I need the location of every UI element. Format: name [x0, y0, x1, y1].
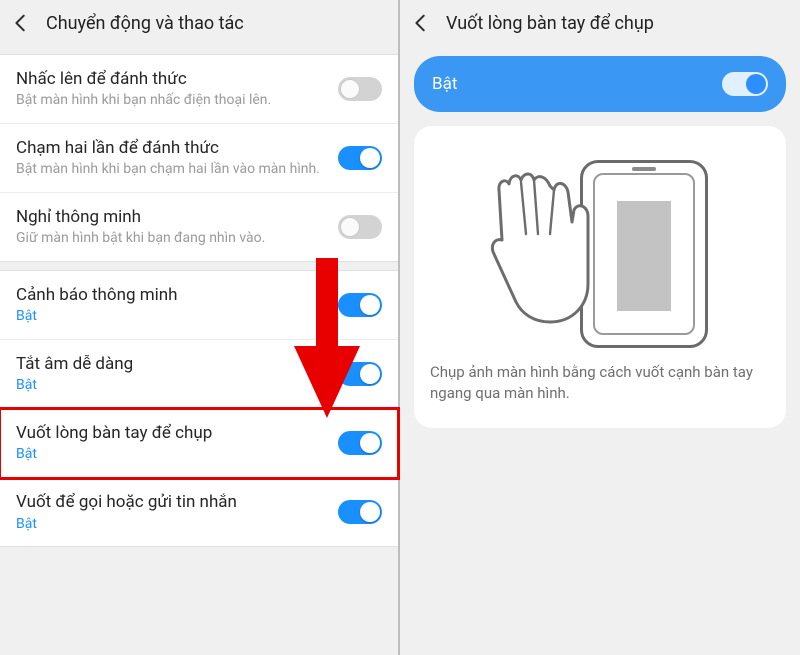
arrow-annotation-icon	[294, 258, 360, 418]
phone-icon	[580, 160, 708, 348]
toggle-lift-to-wake[interactable]	[338, 77, 382, 101]
back-icon[interactable]	[410, 12, 432, 34]
row-palm-swipe-capture[interactable]: Vuốt lòng bàn tay để chụp Bật	[0, 409, 398, 478]
row-title: Vuốt lòng bàn tay để chụp	[16, 423, 212, 444]
row-status: Bật	[16, 516, 237, 533]
master-toggle[interactable]: Bật	[414, 56, 786, 112]
screen-palm-swipe-detail: Vuốt lòng bàn tay để chụp Bật C	[400, 0, 800, 655]
row-title: Chạm hai lần để đánh thức	[16, 138, 320, 159]
row-subtitle: Bật màn hình khi bạn nhấc điện thoại lên…	[16, 92, 271, 109]
header: Chuyển động và thao tác	[0, 0, 398, 46]
toggle-double-tap-wake[interactable]	[338, 146, 382, 170]
settings-group-1: Nhấc lên để đánh thức Bật màn hình khi b…	[0, 54, 398, 262]
toggle-palm-swipe-capture[interactable]	[338, 431, 382, 455]
header: Vuốt lòng bàn tay để chụp	[400, 0, 800, 46]
row-swipe-call-message[interactable]: Vuốt để gọi hoặc gửi tin nhắn Bật	[0, 478, 398, 546]
toggle-swipe-call-message[interactable]	[338, 500, 382, 524]
toggle-smart-stay[interactable]	[338, 215, 382, 239]
master-toggle-switch[interactable]	[722, 72, 768, 96]
row-title: Cảnh báo thông minh	[16, 285, 178, 306]
hand-icon	[488, 168, 598, 328]
row-status: Bật	[16, 308, 178, 325]
description-text: Chụp ảnh màn hình bằng cách vuốt cạnh bà…	[430, 362, 770, 404]
description-panel: Chụp ảnh màn hình bằng cách vuốt cạnh bà…	[414, 126, 786, 428]
row-subtitle: Giữ màn hình bật khi bạn đang nhìn vào.	[16, 230, 265, 247]
row-status: Bật	[16, 446, 212, 463]
back-icon[interactable]	[10, 12, 32, 34]
row-title: Tắt âm dễ dàng	[16, 354, 133, 375]
row-lift-to-wake[interactable]: Nhấc lên để đánh thức Bật màn hình khi b…	[0, 55, 398, 124]
master-toggle-label: Bật	[432, 74, 457, 94]
page-title: Chuyển động và thao tác	[46, 13, 244, 34]
palm-swipe-illustration	[470, 146, 730, 346]
row-double-tap-wake[interactable]: Chạm hai lần để đánh thức Bật màn hình k…	[0, 124, 398, 193]
row-title: Vuốt để gọi hoặc gửi tin nhắn	[16, 492, 237, 513]
page-title: Vuốt lòng bàn tay để chụp	[446, 13, 654, 34]
row-title: Nghỉ thông minh	[16, 207, 265, 228]
row-subtitle: Bật màn hình khi bạn chạm hai lần vào mà…	[16, 161, 320, 178]
row-status: Bật	[16, 377, 133, 394]
row-title: Nhấc lên để đánh thức	[16, 69, 271, 90]
row-smart-stay[interactable]: Nghỉ thông minh Giữ màn hình bật khi bạn…	[0, 193, 398, 261]
